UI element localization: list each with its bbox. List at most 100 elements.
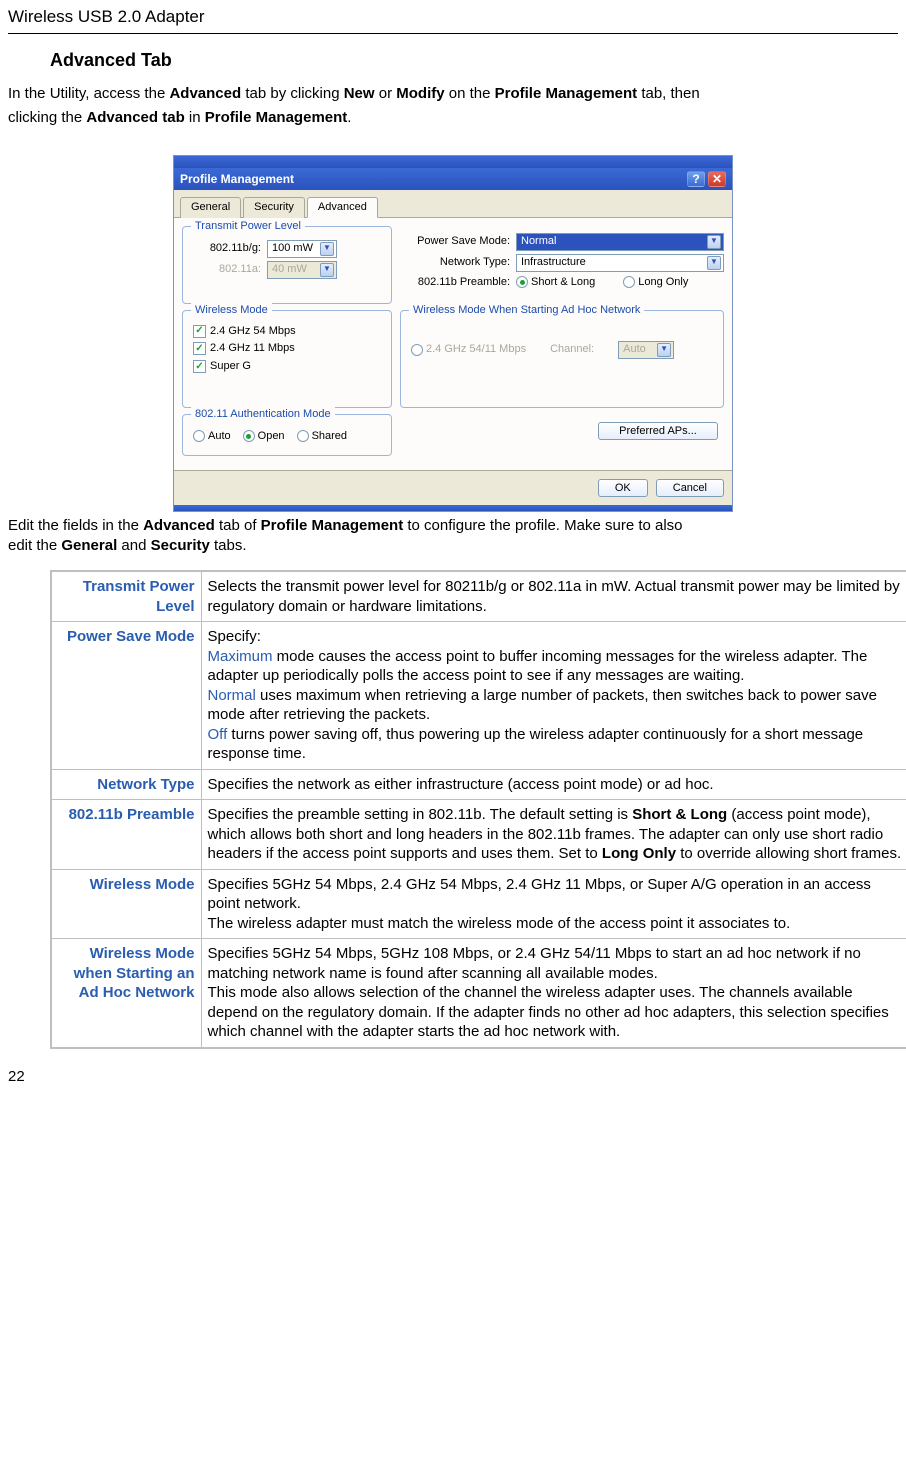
select-80211a-power: 40 mW▼ [267, 261, 337, 279]
text-bold: Profile Management [205, 109, 348, 126]
fieldset-legend: Wireless Mode When Starting Ad Hoc Netwo… [409, 303, 644, 318]
label-power-save-mode: Power Save Mode: [400, 234, 510, 249]
text: to configure the profile. Make sure to a… [403, 517, 682, 534]
table-description: Specifies the network as either infrastr… [201, 769, 906, 800]
text: tabs. [210, 537, 247, 554]
screenshot-profile-management: Profile Management ? ✕ General Security … [173, 155, 733, 512]
text: or [375, 85, 397, 102]
radio-24ghz-5411mbps: 2.4 GHz 54/11 Mbps [411, 342, 526, 357]
tab-general[interactable]: General [180, 197, 241, 218]
close-button[interactable]: ✕ [708, 171, 726, 187]
page-number: 22 [8, 1067, 898, 1087]
radio-short-and-long[interactable]: Short & Long [516, 275, 595, 290]
select-value: Infrastructure [521, 255, 586, 270]
dialog-body: Transmit Power Level 802.11b/g: 100 mW▼ … [174, 218, 732, 470]
radio-icon [411, 344, 423, 356]
label-80211b-preamble: 802.11b Preamble: [400, 275, 510, 290]
select-power-save-mode[interactable]: Normal ▼ [516, 233, 724, 251]
table-term: Transmit Power Level [51, 571, 201, 622]
label-channel: Channel: [550, 342, 594, 357]
text-bold: Profile Management [495, 85, 638, 102]
label-network-type: Network Type: [400, 255, 510, 270]
post-image-paragraph: Edit the fields in the Advanced tab of P… [8, 516, 898, 557]
table-description: Specify:Maximum mode causes the access p… [201, 622, 906, 770]
tab-advanced[interactable]: Advanced [307, 197, 378, 218]
radio-long-only[interactable]: Long Only [623, 275, 688, 290]
table-term: Power Save Mode [51, 622, 201, 770]
chevron-down-icon: ▼ [707, 235, 721, 249]
window-bottom-border [174, 505, 732, 511]
text: on the [445, 85, 495, 102]
table-row: Transmit Power LevelSelects the transmit… [51, 571, 906, 622]
radio-icon [623, 276, 635, 288]
fieldset-legend: Transmit Power Level [191, 219, 305, 234]
select-80211bg-power[interactable]: 100 mW▼ [267, 240, 337, 258]
window-titlebar[interactable]: Profile Management ? ✕ [174, 168, 732, 190]
table-row: Wireless Mode when Starting an Ad Hoc Ne… [51, 939, 906, 1048]
text: tab of [215, 517, 261, 534]
cancel-button[interactable]: Cancel [656, 479, 724, 497]
checkbox-label: 2.4 GHz 11 Mbps [210, 341, 295, 356]
label-80211bg: 802.11b/g: [193, 241, 261, 256]
right-settings: Power Save Mode: Normal ▼ Network Type: I… [400, 226, 724, 304]
table-row: Wireless ModeSpecifies 5GHz 54 Mbps, 2.4… [51, 869, 906, 939]
checkbox-super-g[interactable]: ✓ Super G [193, 359, 381, 374]
radio-label: Shared [312, 429, 347, 444]
tab-security[interactable]: Security [243, 197, 305, 218]
fieldset-wireless-mode-adhoc: Wireless Mode When Starting Ad Hoc Netwo… [400, 310, 724, 408]
table-term: Wireless Mode [51, 869, 201, 939]
text-bold: Modify [396, 85, 444, 102]
table-term: Network Type [51, 769, 201, 800]
chevron-down-icon: ▼ [320, 242, 334, 256]
text: In the Utility, access the [8, 85, 169, 102]
radio-label: Short & Long [531, 275, 595, 290]
fieldset-80211-auth-mode: 802.11 Authentication Mode Auto Open Sha… [182, 414, 392, 456]
select-network-type[interactable]: Infrastructure ▼ [516, 254, 724, 272]
table-description: Specifies 5GHz 54 Mbps, 2.4 GHz 54 Mbps,… [201, 869, 906, 939]
intro-paragraph: In the Utility, access the Advanced tab … [8, 84, 898, 129]
chevron-down-icon: ▼ [657, 343, 671, 357]
table-row: Network TypeSpecifies the network as eit… [51, 769, 906, 800]
radio-auth-open[interactable]: Open [243, 429, 285, 444]
radio-auth-auto[interactable]: Auto [193, 429, 231, 444]
dialog-tabs: General Security Advanced [174, 190, 732, 218]
text: . [347, 109, 351, 126]
highlight-term: Off [208, 726, 228, 743]
text-bold: New [344, 85, 375, 102]
text: Edit the fields in the [8, 517, 143, 534]
checkbox-24ghz-54mbps[interactable]: ✓2.4 GHz 54 Mbps [193, 324, 381, 339]
text-bold: Profile Management [261, 517, 404, 534]
text: edit the [8, 537, 61, 554]
table-description: Selects the transmit power level for 802… [201, 571, 906, 622]
select-value: Normal [521, 234, 556, 249]
radio-icon [516, 276, 528, 288]
checkbox-icon: ✓ [193, 325, 206, 338]
window-title: Profile Management [180, 171, 294, 187]
ok-button[interactable]: OK [598, 479, 648, 497]
text-bold: Advanced tab [86, 109, 184, 126]
table-term: 802.11b Preamble [51, 800, 201, 870]
chevron-down-icon: ▼ [320, 263, 334, 277]
highlight-term: Maximum [208, 648, 273, 665]
table-description: Specifies the preamble setting in 802.11… [201, 800, 906, 870]
fieldset-legend: 802.11 Authentication Mode [191, 407, 335, 422]
select-channel: Auto ▼ [618, 341, 674, 359]
radio-auth-shared[interactable]: Shared [297, 429, 347, 444]
fieldset-transmit-power-level: Transmit Power Level 802.11b/g: 100 mW▼ … [182, 226, 392, 304]
text-bold: Advanced [143, 517, 215, 534]
radio-icon [297, 430, 309, 442]
table-row: 802.11b PreambleSpecifies the preamble s… [51, 800, 906, 870]
table-description: Specifies 5GHz 54 Mbps, 5GHz 108 Mbps, o… [201, 939, 906, 1048]
checkbox-icon: ✓ [193, 360, 206, 373]
radio-label: 2.4 GHz 54/11 Mbps [426, 342, 526, 357]
preferred-aps-button[interactable]: Preferred APs... [598, 422, 718, 440]
radio-icon [243, 430, 255, 442]
text-bold: Advanced [169, 85, 241, 102]
checkbox-label: Super G [210, 359, 251, 374]
table-row: Power Save ModeSpecify:Maximum mode caus… [51, 622, 906, 770]
chevron-down-icon: ▼ [707, 256, 721, 270]
checkbox-24ghz-11mbps[interactable]: ✓2.4 GHz 11 Mbps [193, 341, 381, 356]
preferred-aps-area: Preferred APs... [400, 414, 724, 456]
help-button[interactable]: ? [687, 171, 705, 187]
select-value: Auto [623, 342, 646, 357]
